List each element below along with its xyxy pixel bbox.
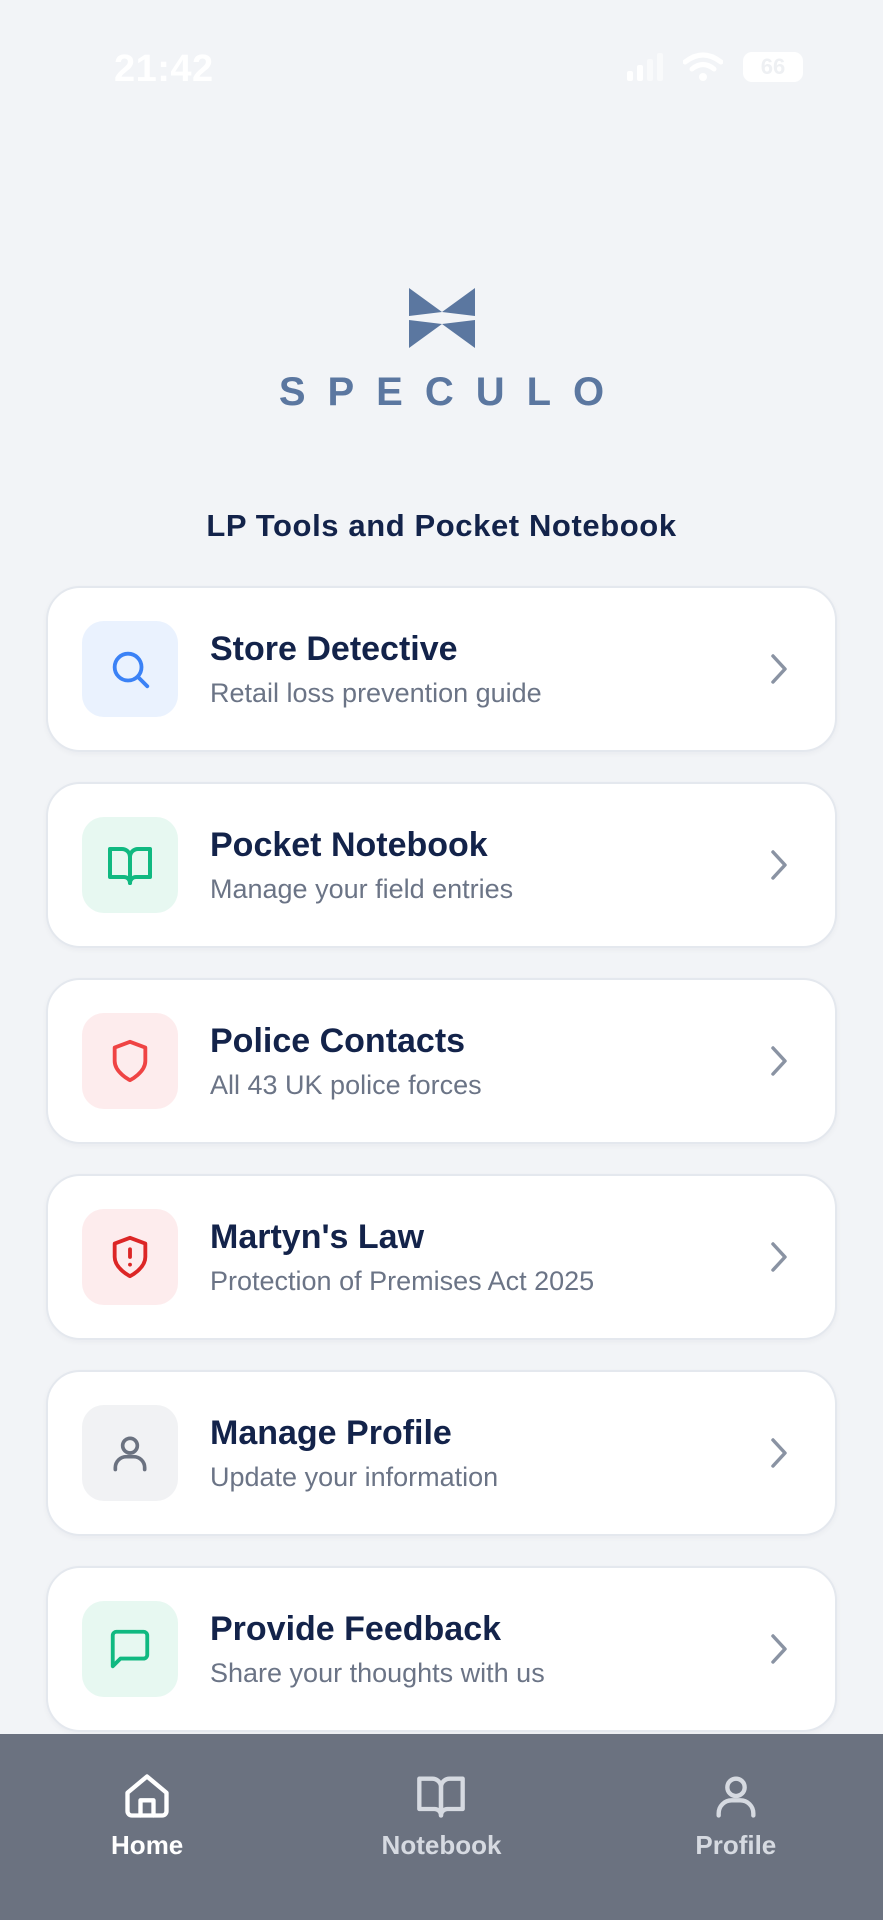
card-text: Manage Profile Update your information	[210, 1413, 498, 1493]
speculo-logo-icon	[408, 288, 475, 348]
chevron-right-icon	[771, 1634, 787, 1664]
card-subtitle: Update your information	[210, 1462, 499, 1492]
shield-alert-icon	[112, 1235, 148, 1279]
card-icon-container	[82, 1601, 178, 1697]
card-subtitle: All 43 UK police forces	[210, 1070, 482, 1100]
nav-label: Profile	[695, 1830, 777, 1860]
card-subtitle: Manage your field entries	[210, 874, 514, 904]
status-bar: 21:42 66	[0, 0, 883, 140]
logo-wordmark: SPECULO	[278, 370, 627, 414]
menu-card-store-detective[interactable]: Store Detective Retail loss prevention g…	[46, 586, 837, 752]
shield-icon	[112, 1039, 148, 1083]
chevron-right-icon	[771, 1046, 787, 1076]
card-text: Police Contacts All 43 UK police forces	[210, 1021, 482, 1101]
brand-logo: SPECULO	[0, 288, 883, 415]
card-icon-container	[82, 621, 178, 717]
chevron-right-icon	[771, 1242, 787, 1272]
card-icon-container	[82, 1405, 178, 1501]
message-square-icon	[110, 1629, 150, 1669]
card-subtitle: Protection of Premises Act 2025	[210, 1266, 595, 1296]
user-icon	[113, 1436, 147, 1472]
card-title: Pocket Notebook	[210, 826, 488, 864]
card-text: Provide Feedback Share your thoughts wit…	[210, 1609, 545, 1689]
status-indicators: 66	[627, 52, 803, 82]
card-text: Store Detective Retail loss prevention g…	[210, 629, 542, 709]
chevron-right-icon	[771, 1438, 787, 1468]
menu-card-provide-feedback[interactable]: Provide Feedback Share your thoughts wit…	[46, 1566, 837, 1732]
wifi-icon	[683, 52, 723, 81]
menu-card-pocket-notebook[interactable]: Pocket Notebook Manage your field entrie…	[46, 782, 837, 948]
menu-card-police-contacts[interactable]: Police Contacts All 43 UK police forces	[46, 978, 837, 1144]
nav-label: Home	[111, 1830, 184, 1860]
nav-item-notebook[interactable]: Notebook	[294, 1734, 588, 1920]
menu-card-martyns-law[interactable]: Martyn's Law Protection of Premises Act …	[46, 1174, 837, 1340]
card-title: Provide Feedback	[210, 1610, 502, 1648]
card-title: Martyn's Law	[210, 1218, 425, 1256]
nav-item-home[interactable]: Home	[0, 1734, 294, 1920]
status-time: 21:42	[114, 48, 214, 90]
page-title: LP Tools and Pocket Notebook	[206, 508, 677, 543]
card-title: Police Contacts	[210, 1022, 466, 1060]
chevron-right-icon	[771, 850, 787, 880]
book-open-icon	[417, 1776, 466, 1818]
nav-label: Notebook	[381, 1830, 502, 1860]
menu-list: Store Detective Retail loss prevention g…	[46, 586, 837, 1762]
card-text: Martyn's Law Protection of Premises Act …	[210, 1217, 594, 1297]
nav-item-profile[interactable]: Profile	[589, 1734, 883, 1920]
card-title: Store Detective	[210, 630, 458, 668]
card-text: Pocket Notebook Manage your field entrie…	[210, 825, 513, 905]
cellular-signal-icon	[627, 53, 663, 81]
bottom-nav: Home Notebook Profile	[0, 1734, 883, 1920]
home-icon	[125, 1774, 169, 1818]
user-icon	[716, 1776, 756, 1818]
chevron-right-icon	[771, 654, 787, 684]
card-icon-container	[82, 1209, 178, 1305]
search-icon	[112, 651, 150, 689]
book-open-icon	[108, 847, 152, 885]
menu-card-manage-profile[interactable]: Manage Profile Update your information	[46, 1370, 837, 1536]
card-icon-container	[82, 1013, 178, 1109]
card-subtitle: Retail loss prevention guide	[210, 678, 542, 708]
card-subtitle: Share your thoughts with us	[210, 1658, 545, 1688]
card-icon-container	[82, 817, 178, 913]
card-title: Manage Profile	[210, 1414, 452, 1452]
battery-indicator: 66	[743, 52, 803, 82]
